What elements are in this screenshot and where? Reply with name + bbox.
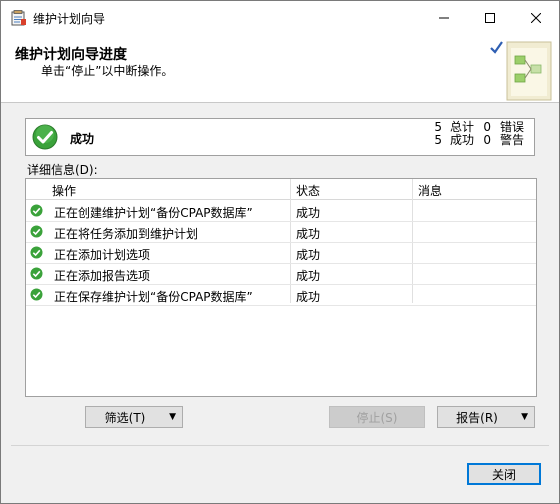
- column-header-action[interactable]: 操作: [52, 182, 76, 199]
- row-status: 成功: [296, 206, 321, 220]
- wizard-window: 维护计划向导 维护计划向导进度 单击“停止”以中断操作。 成功 5 5 总计 成…: [0, 0, 560, 504]
- close-button[interactable]: 关闭: [467, 463, 541, 485]
- success-icon: [30, 267, 43, 280]
- page-title: 维护计划向导进度: [15, 47, 127, 63]
- row-action: 正在创建维护计划“备份CPAP数据库”: [54, 206, 253, 220]
- row-action: 正在保存维护计划“备份CPAP数据库”: [54, 290, 253, 304]
- table-row[interactable]: 正在添加报告选项 成功: [26, 263, 536, 285]
- stats-label-column-2: 错误 警告: [500, 121, 524, 147]
- status-panel: 成功 5 5 总计 成功 0 0 错误 警告: [25, 118, 535, 156]
- row-status: 成功: [296, 227, 321, 241]
- window-title: 维护计划向导: [33, 12, 106, 26]
- details-label: 详细信息(D):: [27, 163, 98, 177]
- success-label: 成功: [450, 133, 475, 147]
- app-icon: [11, 10, 26, 26]
- success-check-icon: [32, 124, 58, 150]
- table-row[interactable]: 正在创建维护计划“备份CPAP数据库” 成功: [26, 200, 536, 222]
- dropdown-arrow-icon[interactable]: ▼: [521, 412, 528, 422]
- table-row[interactable]: 正在添加计划选项 成功: [26, 242, 536, 264]
- filter-button[interactable]: 筛选(T) ▼: [85, 406, 183, 428]
- warning-count: 0: [483, 133, 491, 147]
- stop-button-label: 停止(S): [356, 410, 398, 425]
- header-banner: 维护计划向导进度 单击“停止”以中断操作。: [1, 34, 559, 103]
- page-subtitle: 单击“停止”以中断操作。: [41, 64, 174, 78]
- title-bar: 维护计划向导: [1, 1, 559, 34]
- success-count: 5: [434, 133, 442, 147]
- minimize-icon: [439, 17, 449, 18]
- column-header-message[interactable]: 消息: [418, 182, 442, 199]
- stats-count-column-1: 5 5: [428, 121, 442, 147]
- success-icon: [30, 246, 43, 259]
- column-header-status[interactable]: 状态: [296, 182, 320, 199]
- row-action: 正在添加计划选项: [54, 248, 151, 262]
- stats-label-column-1: 总计 成功: [450, 121, 474, 147]
- details-grid[interactable]: 操作 状态 消息 正在创建维护计划“备份CPAP数据库” 成功 正在将任务添加到…: [25, 178, 537, 397]
- row-status: 成功: [296, 269, 321, 283]
- close-button-label: 关闭: [491, 467, 516, 482]
- footer-divider: [11, 445, 549, 446]
- filter-button-label: 筛选(T): [104, 410, 146, 425]
- stats-count-column-2: 0 0: [477, 121, 491, 147]
- row-action: 正在将任务添加到维护计划: [54, 227, 199, 241]
- warning-label: 警告: [500, 133, 525, 147]
- grid-header: 操作 状态 消息: [26, 179, 536, 200]
- close-icon: [531, 12, 541, 23]
- close-window-button[interactable]: [513, 1, 559, 34]
- success-icon: [30, 288, 43, 301]
- row-status: 成功: [296, 290, 321, 304]
- minimize-button[interactable]: [421, 1, 467, 34]
- stop-button[interactable]: 停止(S): [329, 406, 425, 428]
- maximize-icon: [485, 12, 495, 23]
- wizard-clipboard-icon: [490, 41, 552, 101]
- status-text: 成功: [70, 132, 95, 146]
- dropdown-arrow-icon[interactable]: ▼: [169, 412, 176, 422]
- table-row[interactable]: 正在保存维护计划“备份CPAP数据库” 成功: [26, 284, 536, 306]
- success-icon: [30, 225, 43, 238]
- report-button-label: 报告(R): [456, 410, 498, 425]
- row-action: 正在添加报告选项: [54, 269, 151, 283]
- maximize-button[interactable]: [467, 1, 513, 34]
- row-status: 成功: [296, 248, 321, 262]
- report-button[interactable]: 报告(R) ▼: [437, 406, 535, 428]
- table-row[interactable]: 正在将任务添加到维护计划 成功: [26, 221, 536, 243]
- success-icon: [30, 204, 43, 217]
